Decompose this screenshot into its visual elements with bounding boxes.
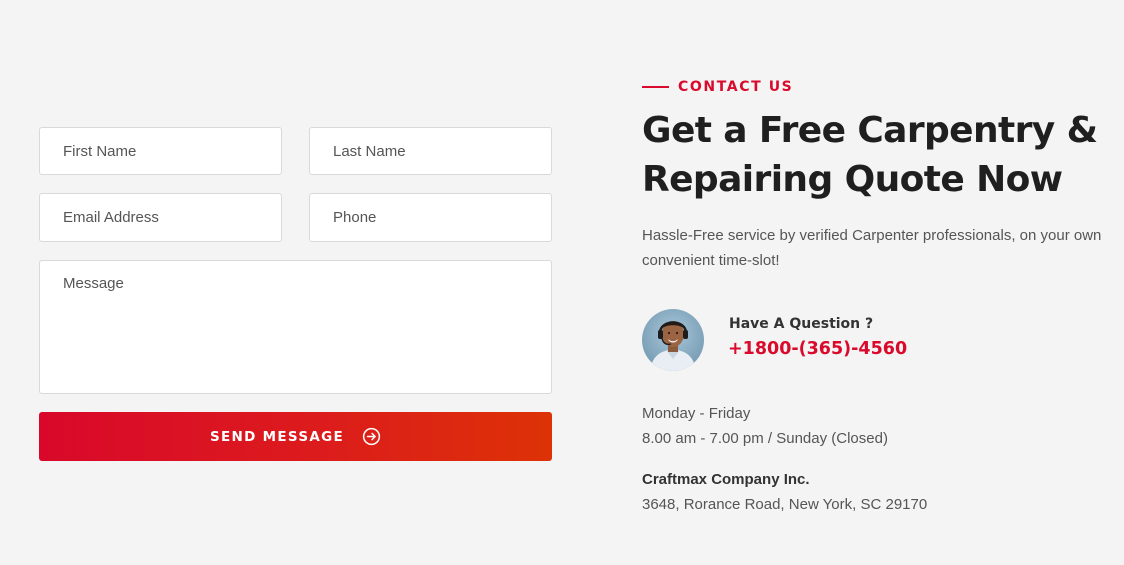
- eyebrow-line: [642, 86, 669, 88]
- phone-link[interactable]: +1800-(365)-4560: [728, 339, 907, 359]
- message-textarea[interactable]: [39, 260, 552, 394]
- eyebrow-text: CONTACT US: [678, 79, 794, 95]
- question-label: Have A Question ?: [729, 316, 874, 332]
- page-title: Get a Free Carpentry & Repairing Quote N…: [642, 110, 1098, 200]
- send-message-label: SEND MESSAGE: [210, 428, 344, 445]
- business-days: Monday - Friday: [642, 405, 751, 422]
- company-name: Craftmax Company Inc.: [642, 471, 810, 488]
- section-eyebrow: CONTACT US: [642, 79, 793, 95]
- last-name-input[interactable]: [309, 127, 552, 175]
- section-description: Hassle-Free service by verified Carpente…: [642, 227, 1102, 269]
- business-hours: 8.00 am - 7.00 pm / Sunday (Closed): [642, 430, 888, 447]
- email-input[interactable]: [39, 193, 282, 242]
- send-message-button[interactable]: SEND MESSAGE: [39, 412, 552, 461]
- first-name-input[interactable]: [39, 127, 282, 175]
- arrow-right-circle-icon: [362, 427, 381, 446]
- contact-section: SEND MESSAGE CONTACT US Get a Free Carpe…: [0, 0, 1124, 565]
- company-address: 3648, Rorance Road, New York, SC 29170: [642, 496, 928, 513]
- phone-input[interactable]: [309, 193, 552, 242]
- support-agent-avatar: [642, 309, 704, 371]
